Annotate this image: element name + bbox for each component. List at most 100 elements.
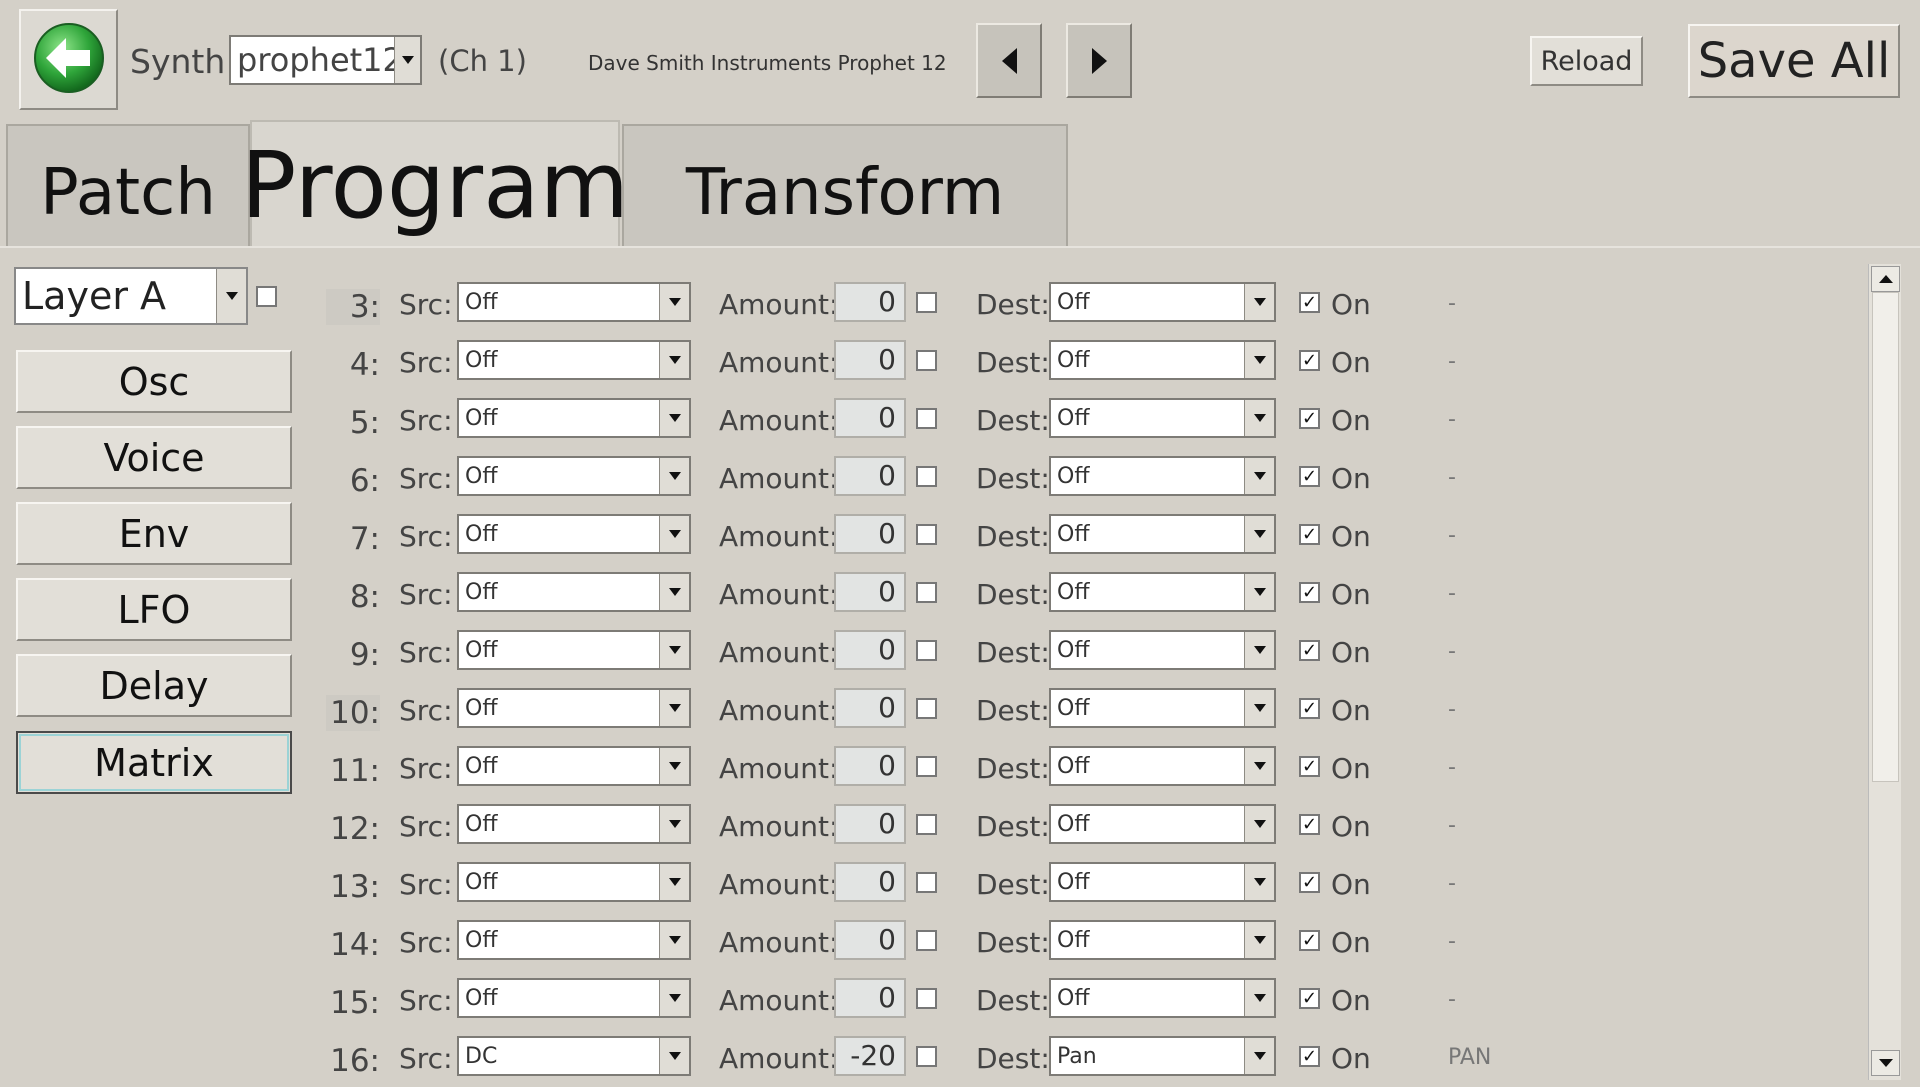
previous-button[interactable] bbox=[976, 23, 1042, 98]
scrollbar-thumb[interactable] bbox=[1872, 292, 1899, 782]
on-checkbox[interactable]: ✓ bbox=[1299, 930, 1320, 951]
on-checkbox[interactable]: ✓ bbox=[1299, 350, 1320, 371]
destination-select[interactable]: Off bbox=[1049, 862, 1276, 902]
amount-checkbox[interactable] bbox=[916, 872, 937, 893]
chevron-down-icon[interactable] bbox=[1244, 632, 1274, 668]
on-checkbox[interactable]: ✓ bbox=[1299, 524, 1320, 545]
source-select[interactable]: Off bbox=[457, 456, 691, 496]
destination-select[interactable]: Off bbox=[1049, 920, 1276, 960]
chevron-down-icon[interactable] bbox=[659, 284, 689, 320]
amount-field[interactable]: 0 bbox=[834, 282, 906, 322]
source-select[interactable]: Off bbox=[457, 862, 691, 902]
on-checkbox[interactable]: ✓ bbox=[1299, 814, 1320, 835]
amount-field[interactable]: 0 bbox=[834, 920, 906, 960]
on-checkbox[interactable]: ✓ bbox=[1299, 1046, 1320, 1067]
source-select[interactable]: Off bbox=[457, 514, 691, 554]
on-checkbox[interactable]: ✓ bbox=[1299, 292, 1320, 313]
amount-field[interactable]: -20 bbox=[834, 1036, 906, 1076]
amount-field[interactable]: 0 bbox=[834, 340, 906, 380]
chevron-down-icon[interactable] bbox=[659, 980, 689, 1016]
destination-select[interactable]: Off bbox=[1049, 978, 1276, 1018]
scroll-up-button[interactable] bbox=[1871, 266, 1900, 292]
destination-select[interactable]: Off bbox=[1049, 630, 1276, 670]
on-checkbox[interactable]: ✓ bbox=[1299, 988, 1320, 1009]
chevron-down-icon[interactable] bbox=[1244, 458, 1274, 494]
on-checkbox[interactable]: ✓ bbox=[1299, 408, 1320, 429]
chevron-down-icon[interactable] bbox=[659, 516, 689, 552]
chevron-down-icon[interactable] bbox=[659, 632, 689, 668]
chevron-down-icon[interactable] bbox=[1244, 516, 1274, 552]
chevron-down-icon[interactable] bbox=[1244, 400, 1274, 436]
tab-transform[interactable]: Transform bbox=[622, 124, 1068, 246]
amount-field[interactable]: 0 bbox=[834, 978, 906, 1018]
reload-button[interactable]: Reload bbox=[1530, 36, 1643, 86]
chevron-down-icon[interactable] bbox=[1244, 748, 1274, 784]
chevron-down-icon[interactable] bbox=[1244, 980, 1274, 1016]
source-select[interactable]: Off bbox=[457, 572, 691, 612]
chevron-down-icon[interactable] bbox=[659, 806, 689, 842]
amount-checkbox[interactable] bbox=[916, 292, 937, 313]
destination-select[interactable]: Off bbox=[1049, 688, 1276, 728]
tab-patch[interactable]: Patch bbox=[6, 124, 250, 246]
tab-program[interactable]: Program bbox=[241, 120, 629, 248]
chevron-down-icon[interactable] bbox=[1244, 806, 1274, 842]
next-button[interactable] bbox=[1066, 23, 1132, 98]
amount-checkbox[interactable] bbox=[916, 930, 937, 951]
destination-select[interactable]: Pan bbox=[1049, 1036, 1276, 1076]
chevron-down-icon[interactable] bbox=[1244, 864, 1274, 900]
chevron-down-icon[interactable] bbox=[1244, 574, 1274, 610]
chevron-down-icon[interactable] bbox=[1244, 1038, 1274, 1074]
amount-checkbox[interactable] bbox=[916, 988, 937, 1009]
source-select[interactable]: Off bbox=[457, 746, 691, 786]
back-button[interactable] bbox=[19, 9, 118, 110]
on-checkbox[interactable]: ✓ bbox=[1299, 640, 1320, 661]
destination-select[interactable]: Off bbox=[1049, 804, 1276, 844]
amount-field[interactable]: 0 bbox=[834, 688, 906, 728]
amount-checkbox[interactable] bbox=[916, 1046, 937, 1067]
on-checkbox[interactable]: ✓ bbox=[1299, 756, 1320, 777]
source-select[interactable]: Off bbox=[457, 804, 691, 844]
chevron-down-icon[interactable] bbox=[659, 400, 689, 436]
scroll-down-button[interactable] bbox=[1871, 1050, 1900, 1076]
destination-select[interactable]: Off bbox=[1049, 340, 1276, 380]
on-checkbox[interactable]: ✓ bbox=[1299, 582, 1320, 603]
amount-checkbox[interactable] bbox=[916, 640, 937, 661]
source-select[interactable]: DC bbox=[457, 1036, 691, 1076]
chevron-down-icon[interactable] bbox=[659, 1038, 689, 1074]
save-all-button[interactable]: Save All bbox=[1688, 24, 1900, 98]
destination-select[interactable]: Off bbox=[1049, 398, 1276, 438]
chevron-down-icon[interactable] bbox=[659, 574, 689, 610]
chevron-down-icon[interactable] bbox=[659, 748, 689, 784]
amount-checkbox[interactable] bbox=[916, 350, 937, 371]
amount-field[interactable]: 0 bbox=[834, 804, 906, 844]
destination-select[interactable]: Off bbox=[1049, 282, 1276, 322]
chevron-down-icon[interactable] bbox=[659, 690, 689, 726]
source-select[interactable]: Off bbox=[457, 630, 691, 670]
amount-field[interactable]: 0 bbox=[834, 398, 906, 438]
amount-checkbox[interactable] bbox=[916, 698, 937, 719]
chevron-down-icon[interactable] bbox=[659, 922, 689, 958]
amount-checkbox[interactable] bbox=[916, 756, 937, 777]
chevron-down-icon[interactable] bbox=[394, 37, 420, 83]
source-select[interactable]: Off bbox=[457, 920, 691, 960]
source-select[interactable]: Off bbox=[457, 340, 691, 380]
amount-field[interactable]: 0 bbox=[834, 862, 906, 902]
source-select[interactable]: Off bbox=[457, 282, 691, 322]
destination-select[interactable]: Off bbox=[1049, 746, 1276, 786]
chevron-down-icon[interactable] bbox=[1244, 284, 1274, 320]
destination-select[interactable]: Off bbox=[1049, 572, 1276, 612]
amount-checkbox[interactable] bbox=[916, 408, 937, 429]
on-checkbox[interactable]: ✓ bbox=[1299, 872, 1320, 893]
amount-field[interactable]: 0 bbox=[834, 514, 906, 554]
source-select[interactable]: Off bbox=[457, 978, 691, 1018]
vertical-scrollbar[interactable] bbox=[1868, 264, 1901, 1080]
on-checkbox[interactable]: ✓ bbox=[1299, 466, 1320, 487]
chevron-down-icon[interactable] bbox=[659, 342, 689, 378]
chevron-down-icon[interactable] bbox=[1244, 690, 1274, 726]
amount-checkbox[interactable] bbox=[916, 814, 937, 835]
chevron-down-icon[interactable] bbox=[659, 458, 689, 494]
synth-select[interactable]: prophet12 bbox=[229, 35, 422, 85]
amount-checkbox[interactable] bbox=[916, 466, 937, 487]
chevron-down-icon[interactable] bbox=[1244, 342, 1274, 378]
amount-field[interactable]: 0 bbox=[834, 456, 906, 496]
